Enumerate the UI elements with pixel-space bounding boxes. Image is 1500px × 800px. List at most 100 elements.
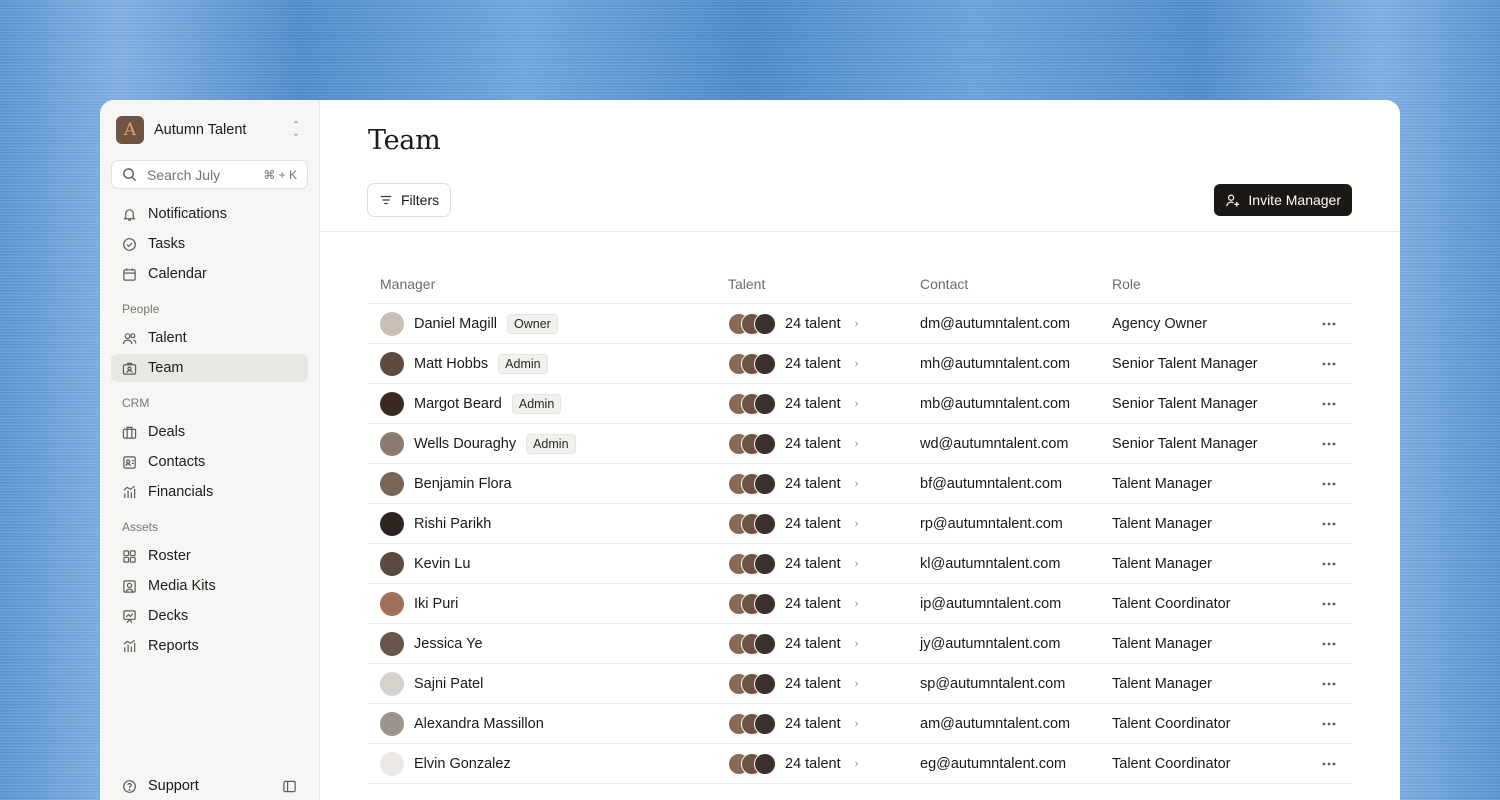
table-row[interactable]: Iki Puri 24 talent › ip@autumntalent.com… [368,584,1352,624]
table-row[interactable]: Matt Hobbs Admin 24 talent › mh@autumnta… [368,344,1352,384]
sidebar-item-financials[interactable]: Financials [111,478,308,506]
table-row[interactable]: Margot Beard Admin 24 talent › mb@autumn… [368,384,1352,424]
sidebar-toggle-icon[interactable] [282,779,297,794]
talent-cell[interactable]: 24 talent › [728,312,920,335]
table-row[interactable]: Rishi Parikh 24 talent › rp@autumntalent… [368,504,1352,544]
talent-cell[interactable]: 24 talent › [728,712,920,735]
row-actions-button[interactable] [1304,642,1352,646]
role-badge: Admin [498,353,548,374]
talent-count: 24 talent [785,635,841,652]
row-actions-button[interactable] [1304,522,1352,526]
contact-email[interactable]: am@autumntalent.com [920,716,1112,732]
manager-name[interactable]: Wells Douraghy [414,436,516,452]
contact-email[interactable]: ip@autumntalent.com [920,596,1112,612]
column-header-talent[interactable]: Talent [728,276,920,292]
row-actions-button[interactable] [1304,602,1352,606]
contact-email[interactable]: dm@autumntalent.com [920,316,1112,332]
row-actions-button[interactable] [1304,402,1352,406]
sidebar-item-contacts[interactable]: Contacts [111,448,308,476]
sidebar-item-reports[interactable]: Reports [111,632,308,660]
contact-email[interactable]: kl@autumntalent.com [920,556,1112,572]
manager-cell: Matt Hobbs Admin [368,351,728,376]
table-row[interactable]: Benjamin Flora 24 talent › bf@autumntale… [368,464,1352,504]
contact-email[interactable]: mb@autumntalent.com [920,396,1112,412]
manager-name[interactable]: Iki Puri [414,596,458,612]
table-row[interactable]: Alexandra Massillon 24 talent › am@autum… [368,704,1352,744]
sidebar-item-talent[interactable]: Talent [111,324,308,352]
contact-email[interactable]: sp@autumntalent.com [920,676,1112,692]
table-row[interactable]: Kevin Lu 24 talent › kl@autumntalent.com… [368,544,1352,584]
row-actions-button[interactable] [1304,362,1352,366]
contact-email[interactable]: bf@autumntalent.com [920,476,1112,492]
talent-cell[interactable]: 24 talent › [728,752,920,775]
chevron-right-icon: › [854,557,859,570]
sidebar-item-deals[interactable]: Deals [111,418,308,446]
column-header-contact[interactable]: Contact [920,276,1112,292]
sidebar-item-calendar[interactable]: Calendar [111,260,308,288]
sidebar-item-label: Roster [148,548,191,564]
column-header-manager[interactable]: Manager [368,276,728,292]
talent-cell[interactable]: 24 talent › [728,552,920,575]
table-row[interactable]: Elvin Gonzalez 24 talent › eg@autumntale… [368,744,1352,784]
workspace-name: Autumn Talent [154,122,247,138]
contact-email[interactable]: mh@autumntalent.com [920,356,1112,372]
manager-name[interactable]: Daniel Magill [414,316,497,332]
chevron-right-icon: › [854,357,859,370]
role-text: Talent Manager [1112,475,1212,492]
talent-cell[interactable]: 24 talent › [728,432,920,455]
row-actions-button[interactable] [1304,482,1352,486]
talent-avatar-stack [728,352,776,375]
talent-cell[interactable]: 24 talent › [728,632,920,655]
talent-cell[interactable]: 24 talent › [728,672,920,695]
contact-email[interactable]: jy@autumntalent.com [920,636,1112,652]
row-actions-button[interactable] [1304,762,1352,766]
talent-avatar-stack [728,312,776,335]
manager-name[interactable]: Alexandra Massillon [414,716,544,732]
talent-cell[interactable]: 24 talent › [728,392,920,415]
manager-name[interactable]: Matt Hobbs [414,356,488,372]
manager-name[interactable]: Benjamin Flora [414,476,512,492]
column-header-role[interactable]: Role [1112,276,1304,292]
search-input[interactable]: Search July ⌘ + K [111,160,308,189]
contact-email[interactable]: rp@autumntalent.com [920,516,1112,532]
row-actions-button[interactable] [1304,682,1352,686]
manager-cell: Sajni Patel [368,671,728,696]
chevron-right-icon: › [854,677,859,690]
manager-name[interactable]: Elvin Gonzalez [414,756,511,772]
sidebar-item-media-kits[interactable]: Media Kits [111,572,308,600]
bar-chart-icon [123,639,136,652]
talent-cell[interactable]: 24 talent › [728,472,920,495]
row-actions-button[interactable] [1304,722,1352,726]
filters-button[interactable]: Filters [367,183,452,217]
row-actions-button[interactable] [1304,442,1352,446]
row-actions-button[interactable] [1304,562,1352,566]
table-row[interactable]: Daniel Magill Owner 24 talent › dm@autum… [368,304,1352,344]
sidebar-item-notifications[interactable]: Notifications [111,200,308,228]
chevron-right-icon: › [854,477,859,490]
talent-cell[interactable]: 24 talent › [728,512,920,535]
talent-cell[interactable]: 24 talent › [728,592,920,615]
avatar [754,672,776,695]
contact-email[interactable]: wd@autumntalent.com [920,436,1112,452]
table-row[interactable]: Wells Douraghy Admin 24 talent › wd@autu… [368,424,1352,464]
invite-manager-button[interactable]: Invite Manager [1214,184,1352,216]
manager-name[interactable]: Margot Beard [414,396,502,412]
manager-name[interactable]: Rishi Parikh [414,516,491,532]
more-horizontal-icon [1322,402,1336,405]
sidebar-item-roster[interactable]: Roster [111,542,308,570]
contact-email[interactable]: eg@autumntalent.com [920,756,1112,772]
support-link[interactable]: Support [111,772,308,800]
talent-cell[interactable]: 24 talent › [728,352,920,375]
chevron-right-icon: › [854,517,859,530]
manager-name[interactable]: Sajni Patel [414,676,483,692]
sidebar-item-decks[interactable]: Decks [111,602,308,630]
chevron-right-icon: › [854,437,859,450]
manager-name[interactable]: Jessica Ye [414,636,483,652]
row-actions-button[interactable] [1304,322,1352,326]
table-row[interactable]: Sajni Patel 24 talent › sp@autumntalent.… [368,664,1352,704]
sidebar-item-team[interactable]: Team [111,354,308,382]
table-row[interactable]: Jessica Ye 24 talent › jy@autumntalent.c… [368,624,1352,664]
workspace-switcher[interactable]: A Autumn Talent ⌃ ⌄ [111,100,308,160]
manager-name[interactable]: Kevin Lu [414,556,470,572]
sidebar-item-tasks[interactable]: Tasks [111,230,308,258]
